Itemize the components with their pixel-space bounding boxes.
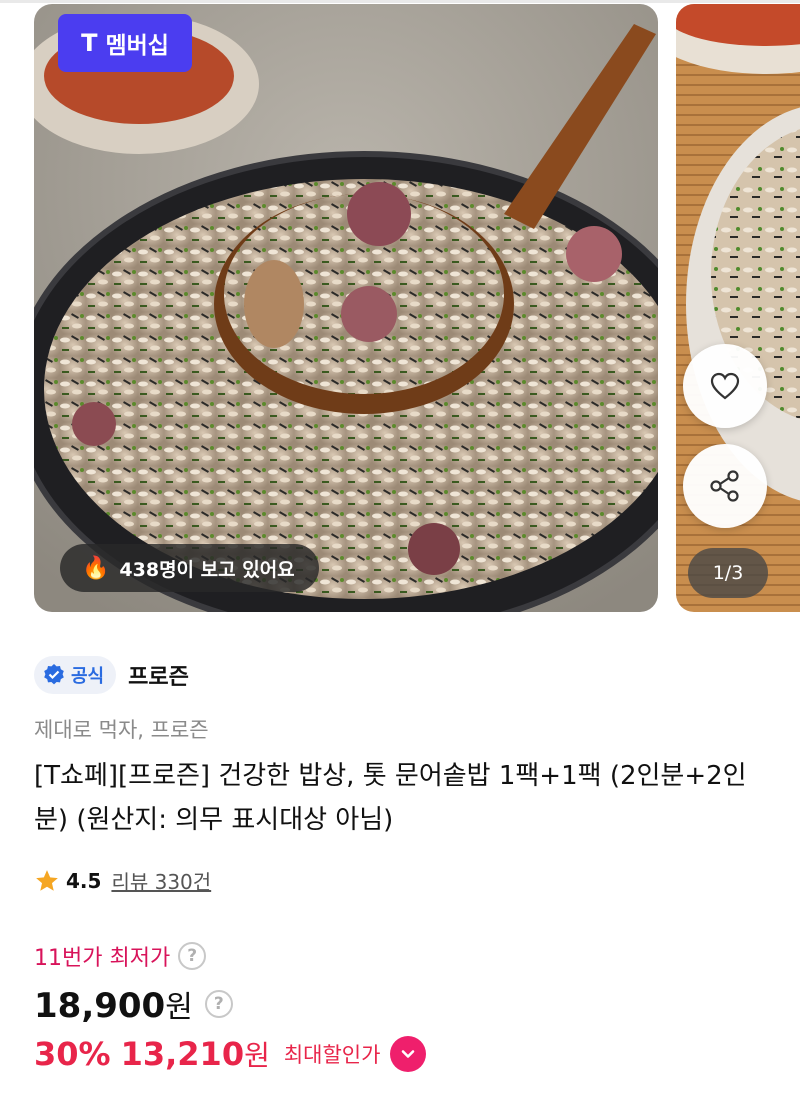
t-logo: T [81,29,98,57]
original-price-row: 18,900원 ? [34,982,233,1026]
official-label: 공식 [71,666,105,687]
rating-row[interactable]: 4.5 리뷰 330건 [34,866,211,895]
original-price-value: 18,900 [34,986,166,1026]
discount-rate: 30% [34,1035,111,1073]
original-price-unit: 원 [165,990,193,1025]
help-icon[interactable]: ? [178,942,207,970]
sale-price: 13,210원 [121,1034,270,1074]
viewer-count-text: 438명이 보고 있어요 [119,558,295,581]
lowest-price-label: 11번가 최저가 [34,946,171,971]
price-help-icon[interactable]: ? [204,990,233,1018]
share-button[interactable] [683,444,767,528]
verified-check-icon [44,664,64,685]
chevron-down-icon [402,1050,415,1058]
official-badge: 공식 [34,656,117,694]
lowest-price-row: 11번가 최저가 ? [34,940,207,972]
image-counter: 1/3 [688,548,768,598]
image-carousel[interactable]: T 멤버십 🔥 438명이 보고 있어요 1/3 [0,4,800,612]
expand-discount-button[interactable] [390,1036,427,1072]
sale-price-unit: 원 [244,1039,270,1072]
star-icon [36,869,58,891]
food-photo [34,4,658,612]
top-divider [0,0,800,3]
seller-row[interactable]: 공식 프로즌 [34,656,189,694]
seller-tagline: 제대로 먹자, 프로즌 [34,718,209,742]
like-button[interactable] [683,344,767,428]
fire-icon: 🔥 [82,555,110,581]
heart-icon [710,372,740,400]
membership-badge: T 멤버십 [58,14,192,72]
original-price: 18,900원 [34,982,193,1026]
membership-label: 멤버십 [105,33,169,59]
seller-name[interactable]: 프로즌 [128,659,189,691]
product-title: [T쇼페][프로즌] 건강한 밥상, 톳 문어솥밥 1팩+1팩 (2인분+2인분… [34,761,747,835]
rating-score: 4.5 [66,868,102,893]
sale-price-value: 13,210 [120,1035,245,1073]
review-count-link[interactable]: 리뷰 330건 [111,866,211,895]
sale-price-row[interactable]: 30% 13,210원 최대할인가 [34,1034,427,1074]
viewer-count-pill: 🔥 438명이 보고 있어요 [60,544,319,592]
max-discount-label: 최대할인가 [283,1043,381,1067]
share-icon [710,470,739,502]
product-image[interactable] [34,4,658,612]
